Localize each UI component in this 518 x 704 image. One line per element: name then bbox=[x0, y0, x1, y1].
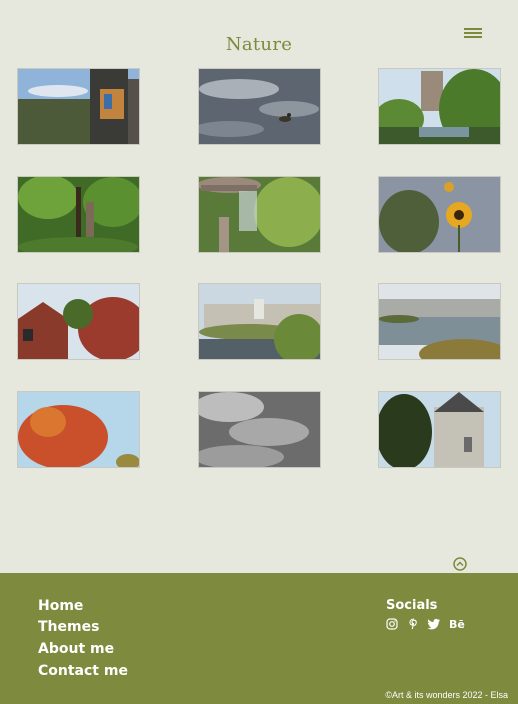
river-view-photo[interactable] bbox=[378, 283, 501, 360]
hamburger-menu-icon[interactable] bbox=[464, 28, 482, 40]
socials-heading: Socials bbox=[386, 598, 438, 613]
behance-icon[interactable]: Bē bbox=[449, 618, 465, 631]
pinterest-icon[interactable] bbox=[408, 617, 420, 635]
city-skyline-photo[interactable] bbox=[198, 283, 321, 360]
castle-building-photo[interactable] bbox=[378, 391, 501, 468]
footer-link-themes[interactable]: Themes bbox=[38, 619, 99, 635]
scroll-to-top-icon[interactable] bbox=[453, 557, 467, 571]
footer-link-home[interactable]: Home bbox=[38, 598, 83, 614]
copyright-text: ©Art & its wonders 2022 - Elsa bbox=[385, 690, 508, 700]
river-trees-photo[interactable] bbox=[378, 68, 501, 145]
footer-link-about[interactable]: About me bbox=[38, 641, 114, 657]
page-title: Nature bbox=[225, 34, 293, 55]
footer: Home Themes About me Contact me Socials … bbox=[0, 573, 518, 704]
twitter-icon[interactable] bbox=[427, 617, 441, 635]
fountain-photo[interactable] bbox=[198, 176, 321, 253]
red-house-photo[interactable] bbox=[17, 283, 140, 360]
frost-photo[interactable] bbox=[198, 391, 321, 468]
city-mural-photo[interactable] bbox=[17, 68, 140, 145]
sunflower-photo[interactable] bbox=[378, 176, 501, 253]
pond-duck-photo[interactable] bbox=[198, 68, 321, 145]
instagram-icon[interactable] bbox=[386, 617, 398, 635]
autumn-tree-photo[interactable] bbox=[17, 391, 140, 468]
forest-path-photo[interactable] bbox=[17, 176, 140, 253]
footer-link-contact[interactable]: Contact me bbox=[38, 663, 128, 679]
